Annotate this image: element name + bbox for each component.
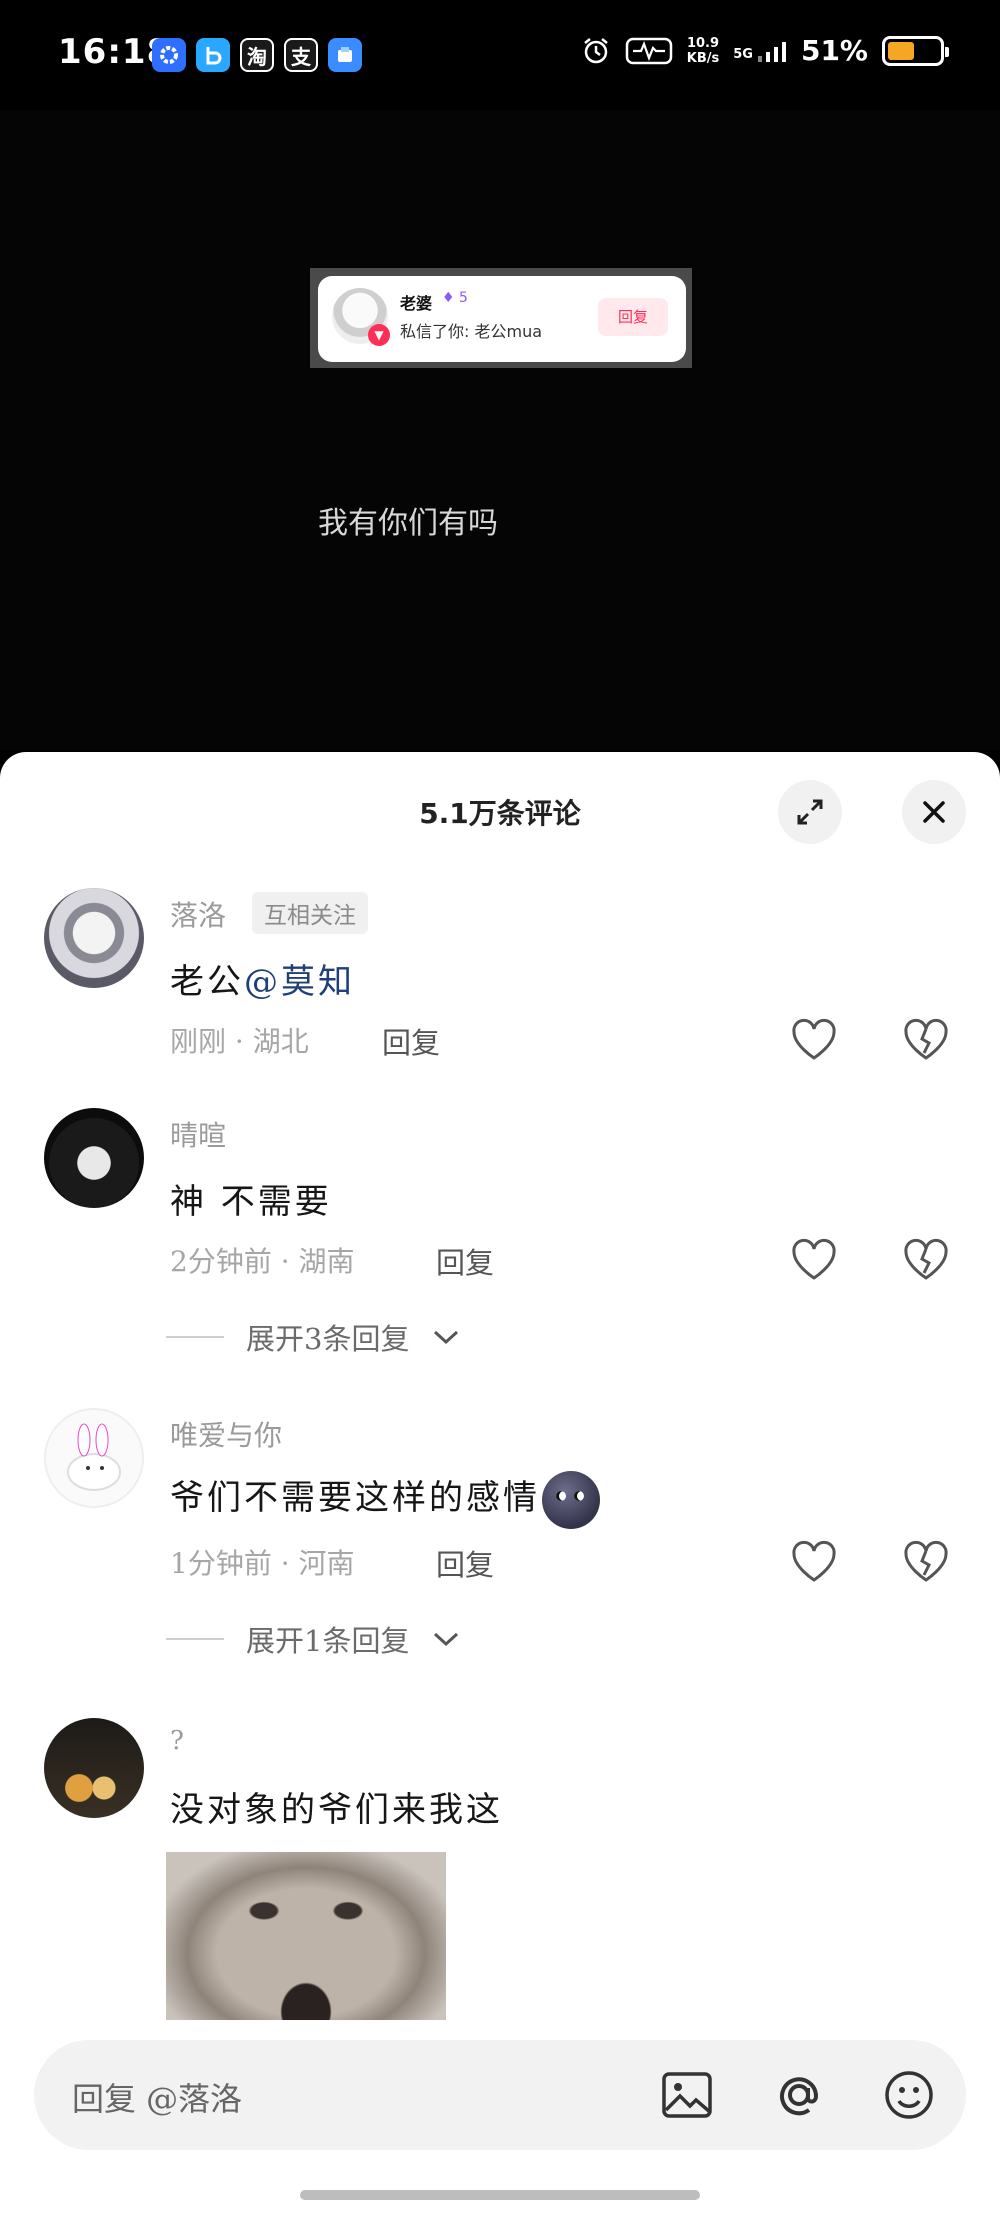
comment-text: 爷们不需要这样的感情 [170,1470,600,1529]
taobao-app-icon: 淘 [240,38,274,72]
like-heart-icon[interactable] [790,1018,838,1062]
expand-replies-label: 展开1条回复 [246,1624,410,1658]
video-player[interactable] [0,110,1000,750]
comment-meta: 1分钟前 · 河南 [170,1547,355,1580]
signal-icon [757,41,786,62]
home-indicator[interactable] [300,2190,700,2200]
avatar[interactable] [44,1718,144,1818]
dislike-broken-heart-icon[interactable] [902,1018,950,1062]
b-app-icon [196,38,230,72]
moon-face-emoji-icon [542,1471,600,1529]
comment-meta: 刚刚 · 湖北 [170,1025,309,1058]
fire-streak: ♦ 5 [442,290,468,306]
comment-meta: 2分钟前 · 湖南 [170,1245,355,1278]
expand-replies-label: 展开3条回复 [246,1322,410,1356]
net-speed-unit: KB/s [686,50,720,66]
comment-username[interactable]: 唯爱与你 [170,1414,282,1454]
gear-app-icon [152,38,186,72]
rabbit-avatar-icon [67,1423,121,1491]
signal-label: 5G [733,46,753,62]
comments-count-title: 5.1万条评论 [419,797,581,830]
dislike-broken-heart-icon[interactable] [902,1540,950,1584]
notification-message: 私信了你: 老公mua [400,322,543,341]
chevron-down-icon [434,1632,459,1647]
status-app-icons: 淘 支 [152,38,362,72]
emoji-icon[interactable] [882,2068,936,2122]
comment-username[interactable]: 落洛 [170,894,226,934]
comment-image[interactable] [166,1852,446,2020]
battery-percent: 51% [800,34,868,67]
signal-group: 5G [733,40,787,62]
flame-icon: ♦ [442,290,455,306]
status-indicators: 10.9 KB/s 5G 51% [581,34,949,67]
avatar[interactable] [44,888,144,988]
activity-icon [625,37,673,64]
expand-divider [166,1336,224,1338]
comment-username[interactable]: ? [170,1726,184,1756]
battery-fill [888,41,914,60]
comment-reply-button[interactable]: 回复 [436,1240,494,1282]
fire-count: 5 [459,290,468,306]
video-caption: 我有你们有吗 [318,506,498,541]
reply-input[interactable]: 回复 @落洛 [34,2040,966,2150]
chevron-down-icon [434,1330,459,1345]
expand-sheet-button[interactable] [778,780,842,844]
alarm-icon [584,37,608,63]
avatar[interactable] [44,1408,144,1508]
comment-text-body: 爷们不需要这样的感情 [170,1478,540,1518]
comment-text: 没对象的爷们来我这 [170,1790,503,1830]
net-speed: 10.9 KB/s [687,36,719,66]
image-picker-icon[interactable] [660,2068,714,2122]
mutual-follow-badge: 互相关注 [252,892,368,934]
comment-reply-button[interactable]: 回复 [382,1020,440,1062]
battery-icon [882,35,949,66]
dm-badge-icon: ▼ [368,324,390,346]
mention-at-icon[interactable] [772,2068,826,2122]
mention-link[interactable]: @莫知 [244,962,355,1002]
expand-divider [166,1638,224,1640]
dislike-broken-heart-icon[interactable] [902,1238,950,1282]
status-bar: 16:18 淘 支 10.9 KB/s 5G 51% [0,0,1000,110]
comment-text: 神 不需要 [170,1182,332,1222]
expand-replies-button[interactable]: 展开3条回复 [166,1316,461,1358]
dm-notification[interactable]: ▼ 老婆 ♦ 5 私信了你: 老公mua 回复 [318,276,686,362]
comment-text-body: 老公 [170,962,244,1002]
close-icon [923,801,945,823]
expand-icon [797,799,823,825]
avatar[interactable] [44,1108,144,1208]
expand-replies-button[interactable]: 展开1条回复 [166,1618,461,1660]
alipay-app-icon: 支 [284,38,318,72]
comment-text: 老公@莫知 [170,954,355,1003]
reply-input-placeholder: 回复 @落洛 [72,2080,243,2118]
comments-sheet: 5.1万条评论 落洛 互相关注 老公@莫知 刚刚 · 湖北 回复 晴暄 神 不需… [0,752,1000,2222]
box-app-icon [328,38,362,72]
comment-username[interactable]: 晴暄 [170,1114,226,1154]
comment-reply-button[interactable]: 回复 [436,1542,494,1584]
like-heart-icon[interactable] [790,1540,838,1584]
like-heart-icon[interactable] [790,1238,838,1282]
net-speed-value: 10.9 [686,35,720,51]
close-sheet-button[interactable] [902,780,966,844]
notification-sender: 老婆 [400,294,433,313]
notification-reply-button[interactable]: 回复 [598,298,668,336]
